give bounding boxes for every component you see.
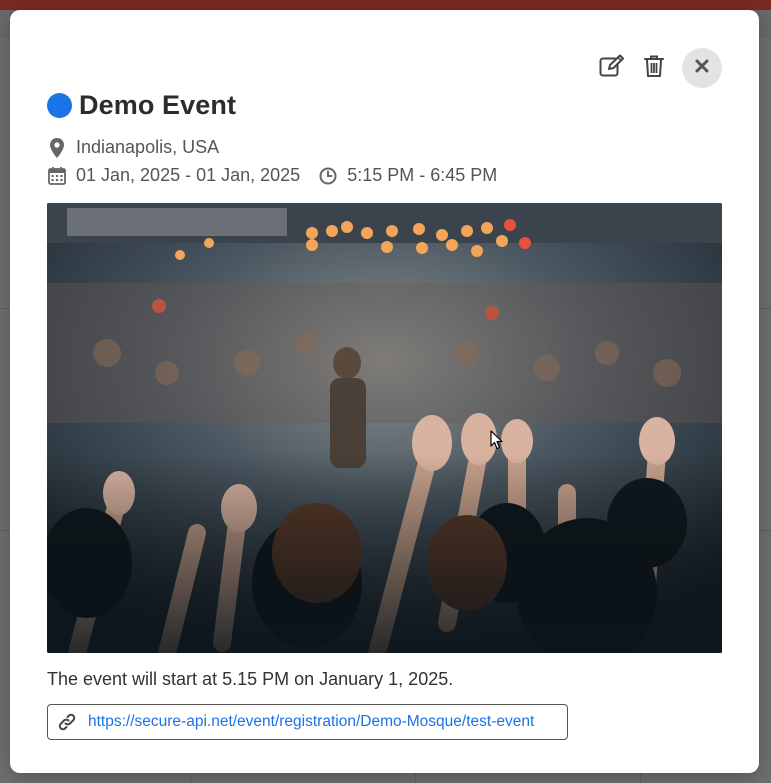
- mouse-cursor-icon: [490, 430, 504, 455]
- background-header-bar: [0, 0, 771, 10]
- clock-icon: [318, 166, 338, 186]
- event-registration-link[interactable]: https://secure-api.net/event/registratio…: [88, 713, 534, 731]
- event-image: [47, 203, 722, 653]
- edit-icon: [599, 54, 625, 83]
- event-location-text: Indianapolis, USA: [76, 137, 220, 157]
- event-details-modal: Demo Event Indianapolis, USA 01 Jan, 202…: [10, 10, 759, 773]
- close-button[interactable]: [682, 48, 722, 88]
- event-color-dot: [47, 93, 72, 118]
- delete-button[interactable]: [640, 54, 668, 82]
- event-link-box: https://secure-api.net/event/registratio…: [47, 704, 568, 740]
- event-time-range: 5:15 PM - 6:45 PM: [347, 165, 498, 185]
- trash-icon: [643, 54, 665, 83]
- close-icon: [695, 59, 709, 78]
- calendar-icon: [47, 166, 67, 186]
- background-divider: [640, 773, 641, 783]
- link-icon: [56, 711, 78, 733]
- event-title-row: Demo Event: [47, 90, 236, 121]
- background-divider: [415, 773, 416, 783]
- event-title: Demo Event: [79, 90, 237, 120]
- event-datetime: 01 Jan, 2025 - 01 Jan, 2025 5:15 PM - 6:…: [47, 165, 497, 186]
- map-pin-icon: [47, 137, 67, 158]
- edit-button[interactable]: [598, 54, 626, 82]
- event-description: The event will start at 5.15 PM on Janua…: [47, 669, 454, 689]
- background-divider: [190, 773, 191, 783]
- event-date-range: 01 Jan, 2025 - 01 Jan, 2025: [76, 165, 301, 185]
- modal-actions: [598, 48, 722, 88]
- event-location: Indianapolis, USA: [47, 137, 219, 158]
